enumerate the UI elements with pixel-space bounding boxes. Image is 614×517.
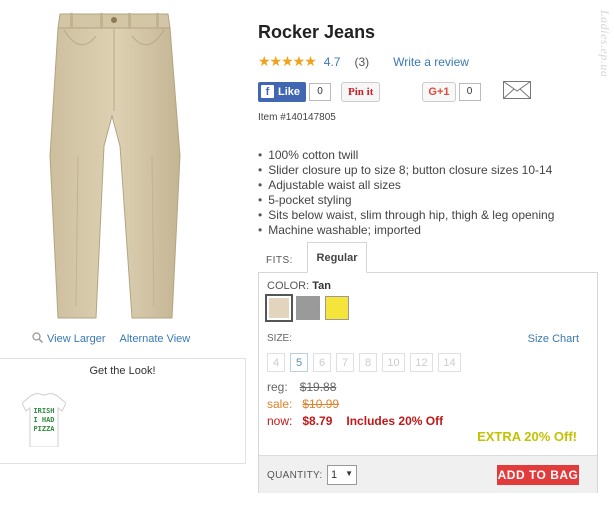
facebook-like-button[interactable]: f Like	[258, 81, 307, 102]
pinterest-button[interactable]: Pin it	[341, 81, 381, 102]
feature-item: 5-pocket styling	[258, 193, 554, 208]
facebook-like-label: Like	[278, 85, 301, 98]
get-the-look-panel: Get the Look! IRISH I HAD PIZZA	[0, 358, 246, 464]
sale-price-value: $10.99	[302, 397, 340, 411]
social-share-row: f Like 0 Pin it G+1 0	[258, 81, 531, 102]
feature-item: Slider closure up to size 8; button clos…	[258, 163, 554, 178]
swatch-tan[interactable]	[265, 294, 293, 322]
size-option-8: 8	[359, 353, 377, 372]
tshirt-line-2: I HAD	[33, 416, 54, 424]
size-option-14: 14	[438, 353, 461, 372]
rating-value: 4.7	[323, 54, 341, 69]
size-options: 4 5 6 7 8 10 12 14	[267, 353, 466, 372]
facebook-icon: f	[261, 85, 274, 98]
product-title: Rocker Jeans	[258, 22, 376, 42]
fits-tabs: FITS: Regular	[258, 242, 598, 273]
rating-row: ★★★★★ 4.7 (3) Write a review	[258, 53, 469, 70]
size-chart-link[interactable]: Size Chart	[528, 333, 579, 345]
quantity-label: QUANTITY:	[267, 470, 323, 481]
alternate-view-link[interactable]: Alternate View	[120, 333, 191, 345]
item-number: Item #140147805	[258, 112, 336, 123]
discount-note: Includes 20% Off	[346, 414, 444, 428]
quantity-bar: QUANTITY: 1 ▼ ADD TO BAG	[259, 455, 597, 493]
view-larger-link[interactable]: View Larger	[47, 333, 106, 345]
size-option-5[interactable]: 5	[290, 353, 308, 372]
email-icon[interactable]	[502, 81, 531, 102]
feature-item: Sits below waist, slim through hip, thig…	[258, 208, 554, 223]
tshirt-line-3: PIZZA	[33, 425, 55, 433]
selected-color: Tan	[312, 280, 331, 292]
chevron-down-icon: ▼	[345, 469, 353, 478]
google-plus-count: 0	[458, 82, 481, 101]
quantity-select[interactable]: 1 ▼	[327, 465, 357, 485]
add-to-bag-button[interactable]: ADD TO BAG	[497, 465, 579, 485]
regular-price-value: $19.88	[299, 380, 337, 394]
feature-item: Machine washable; imported	[258, 223, 554, 238]
size-option-12: 12	[410, 353, 433, 372]
review-count: (3)	[354, 54, 370, 69]
facebook-like: f Like 0	[258, 81, 332, 102]
magnifier-icon	[32, 332, 44, 346]
size-option-10: 10	[382, 353, 405, 372]
purchase-panel: COLOR: Tan SIZE: Size Chart 4 5 6 7 8 10…	[258, 272, 598, 493]
size-option-6: 6	[313, 353, 331, 372]
color-swatches	[265, 294, 354, 322]
get-the-look-title: Get the Look!	[89, 365, 156, 377]
write-review-link[interactable]: Write a review	[393, 55, 469, 69]
facebook-like-count: 0	[309, 82, 332, 101]
sale-price: sale: $10.99	[267, 397, 340, 411]
color-label: COLOR: Tan	[267, 280, 331, 292]
regular-price: reg: $19.88	[267, 380, 337, 394]
feature-item: Adjustable waist all sizes	[258, 178, 554, 193]
now-price: now: $8.79 Includes 20% Off	[267, 414, 444, 428]
fits-label: FITS:	[266, 255, 293, 266]
size-label: SIZE:	[267, 333, 293, 344]
size-option-4: 4	[267, 353, 285, 372]
swatch-yellow[interactable]	[325, 296, 349, 320]
google-plus-button[interactable]: G+1	[422, 81, 456, 102]
tshirt-line-1: IRISH	[33, 407, 54, 415]
product-image[interactable]	[40, 6, 190, 324]
feature-list: 100% cotton twill Slider closure up to s…	[258, 148, 554, 238]
swatch-gray[interactable]	[296, 296, 320, 320]
image-view-links: View Larger Alternate View	[32, 332, 204, 346]
tshirt-thumbnail[interactable]: IRISH I HAD PIZZA	[21, 392, 67, 450]
watermark: Ladies.ep.ua	[598, 10, 612, 78]
now-price-value: $8.79	[302, 414, 333, 428]
tab-regular[interactable]: Regular	[307, 242, 367, 273]
extra-off-badge: EXTRA 20% Off!	[477, 429, 577, 444]
feature-item: 100% cotton twill	[258, 148, 554, 163]
size-option-7: 7	[336, 353, 354, 372]
star-rating-icon: ★★★★★	[258, 53, 317, 69]
